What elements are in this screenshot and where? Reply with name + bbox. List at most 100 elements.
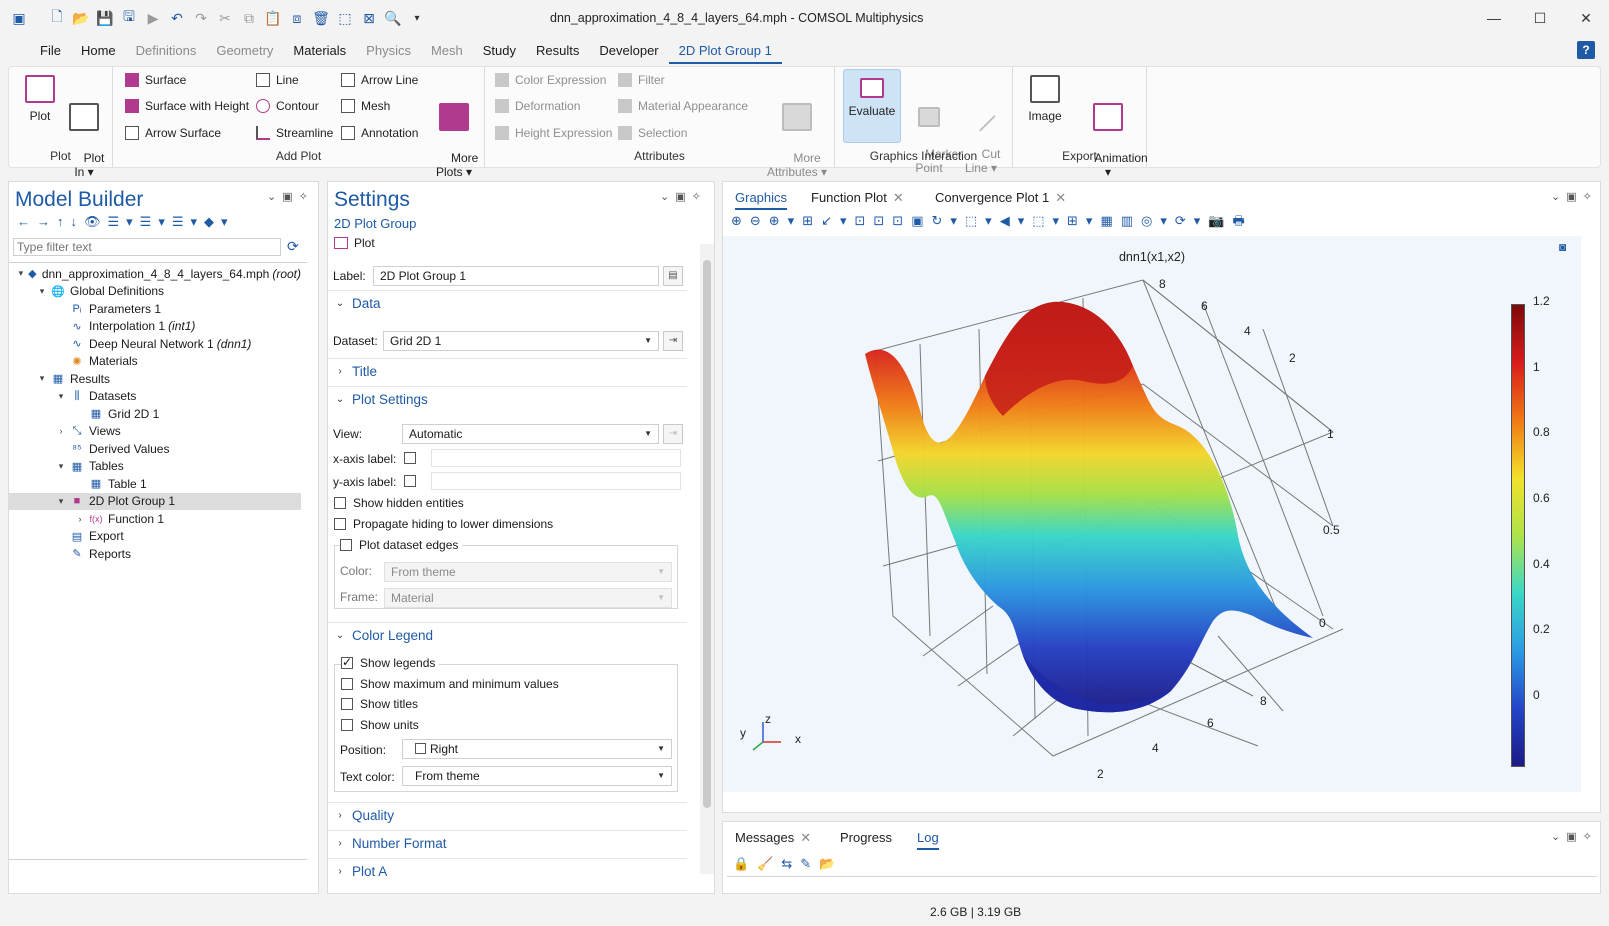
show-titles-row[interactable]: Show titles <box>341 697 418 711</box>
show-hidden-row[interactable]: Show hidden entities <box>334 496 464 510</box>
deformation-button[interactable]: Deformation <box>495 96 580 116</box>
tab-messages[interactable]: Messages ✕ <box>735 830 811 846</box>
propagate-hiding-row[interactable]: Propagate hiding to lower dimensions <box>334 517 553 531</box>
section-color-legend[interactable]: ⌄ Color Legend <box>328 622 687 648</box>
position-select[interactable]: Right <box>402 739 672 759</box>
graphics-toolbar[interactable]: ⊕⊖⊕▾⊞↙▾⊡⊡⊡▣↻▾⬚▾◀▾⬚▾⊞▾▦▥◎▾⟳▾📷🖶 <box>731 212 1371 234</box>
animation-button[interactable]: Animation ▾ <box>1075 71 1148 193</box>
clear-selection-icon[interactable]: ⊠ <box>358 7 380 29</box>
plot-in-button[interactable]: Plot In ▾ <box>61 71 107 193</box>
view-goto-button[interactable]: ⇥ <box>663 424 683 444</box>
tab-geometry[interactable]: Geometry <box>206 38 283 64</box>
minimize-icon[interactable]: — <box>1471 0 1517 36</box>
show-units-row[interactable]: Show units <box>341 718 419 732</box>
tab-definitions[interactable]: Definitions <box>126 38 207 64</box>
height-expression-button[interactable]: Height Expression <box>495 123 612 143</box>
evaluate-button[interactable]: Evaluate <box>843 69 901 143</box>
refresh-icon[interactable]: ⟳ <box>287 238 299 255</box>
new-file-icon[interactable]: 🗋 <box>46 7 68 29</box>
tab-log[interactable]: Log <box>917 830 939 850</box>
section-data[interactable]: ⌄ Data <box>328 290 687 316</box>
section-plot-settings[interactable]: ⌄ Plot Settings <box>328 386 687 412</box>
tab-results[interactable]: Results <box>526 38 589 64</box>
marker-point-button[interactable]: Marker Point <box>905 71 962 189</box>
tree-item[interactable]: ⁸⁵ Derived Values <box>9 440 301 458</box>
collapse-icon[interactable]: ▾ <box>36 286 48 297</box>
close-tab-icon[interactable]: ✕ <box>1055 190 1066 205</box>
tree-item[interactable]: ∿ Deep Neural Network 1 (dnn1) <box>9 335 301 353</box>
tree-item[interactable]: ∿ Interpolation 1 (int1) <box>9 318 301 336</box>
redo-icon[interactable]: ↷ <box>190 7 212 29</box>
save-icon[interactable]: 💾 <box>94 7 116 29</box>
y-axis-label-input[interactable] <box>431 472 681 490</box>
tab-mesh[interactable]: Mesh <box>421 38 473 64</box>
model-builder-toolbar[interactable]: ←→↑↓👁☰▾☰▾☰▾◆▾ <box>17 214 235 230</box>
messages-panel-controls[interactable]: ⌄▣✧ <box>1551 830 1598 843</box>
surface-button[interactable]: Surface <box>125 70 186 90</box>
save-as-icon[interactable]: 🖫 <box>118 7 140 29</box>
settings-plot-button[interactable]: Plot <box>334 236 375 250</box>
duplicate-icon[interactable]: ⧈ <box>286 7 308 29</box>
tab-study[interactable]: Study <box>473 38 526 64</box>
image-button[interactable]: Image <box>1021 71 1069 123</box>
filter-button[interactable]: Filter <box>618 70 665 90</box>
selection-button[interactable]: Selection <box>618 123 687 143</box>
undo-icon[interactable]: ↶ <box>166 7 188 29</box>
line-button[interactable]: Line <box>256 70 299 90</box>
close-tab-icon[interactable]: ✕ <box>800 830 811 845</box>
tree-item[interactable]: ▾ ◆ dnn_approximation_4_8_4_layers_64.mph(… <box>9 265 301 283</box>
arrow-line-button[interactable]: Arrow Line <box>341 70 418 90</box>
propagate-hiding-checkbox[interactable] <box>334 518 346 530</box>
tree-filter-input[interactable] <box>13 238 281 256</box>
panel-controls[interactable]: ⌄▣✧ <box>267 190 314 203</box>
cut-line-button[interactable]: Cut Line ▾ <box>957 71 1005 189</box>
plot-dataset-edges-row[interactable]: Plot dataset edges <box>340 538 463 552</box>
show-hidden-checkbox[interactable] <box>334 497 346 509</box>
section-number-format[interactable]: › Number Format <box>328 830 687 856</box>
x-axis-label-input[interactable] <box>431 449 681 467</box>
tab-2d-plot-group[interactable]: 2D Plot Group 1 <box>668 38 782 64</box>
tab-graphics[interactable]: Graphics <box>735 190 788 210</box>
run-icon[interactable]: ▶ <box>142 7 164 29</box>
tree-item[interactable]: ✺ Materials <box>9 353 301 371</box>
tree-item[interactable]: ▾ 🌐 Global Definitions <box>9 283 301 301</box>
find-icon[interactable]: 🔍 <box>382 7 404 29</box>
collapse-icon[interactable]: ▾ <box>36 373 48 384</box>
show-legends-row[interactable]: Show legends <box>341 655 440 670</box>
customize-toolbar-icon[interactable]: ▾ <box>406 7 428 29</box>
dataset-goto-button[interactable]: ⇥ <box>663 331 683 351</box>
tab-developer[interactable]: Developer <box>589 38 668 64</box>
graphics-panel-controls[interactable]: ⌄▣✧ <box>1551 190 1598 203</box>
section-quality[interactable]: › Quality <box>328 802 687 828</box>
collapse-icon[interactable]: ▾ <box>55 461 67 472</box>
streamline-button[interactable]: Streamline <box>256 123 333 143</box>
maximize-icon[interactable]: ☐ <box>1517 0 1563 36</box>
tab-file[interactable]: File <box>30 38 71 64</box>
collapse-icon[interactable]: ▾ <box>55 391 67 402</box>
view-select[interactable]: Automatic <box>402 424 659 444</box>
material-appearance-button[interactable]: Material Appearance <box>618 96 748 116</box>
expand-icon[interactable]: › <box>74 514 86 524</box>
show-legends-checkbox[interactable] <box>341 655 353 669</box>
show-titles-checkbox[interactable] <box>341 698 353 710</box>
plot-button[interactable]: Plot <box>17 71 63 123</box>
y-axis-label-checkbox[interactable] <box>404 475 416 487</box>
label-edit-button[interactable]: ▤ <box>663 266 683 286</box>
tree-item[interactable]: › ⤡ Views <box>9 423 301 441</box>
label-field[interactable]: 2D Plot Group 1 <box>373 266 659 286</box>
contour-button[interactable]: Contour <box>256 96 319 116</box>
collapse-icon[interactable]: ▾ <box>17 268 25 279</box>
tab-progress[interactable]: Progress <box>840 830 892 845</box>
tree-item[interactable]: ✎ Reports <box>9 545 301 563</box>
graphics-canvas[interactable]: dnn1(x1,x2) ◙ 1.2 1 0.8 0.6 0.4 0.2 0 8 … <box>723 236 1581 792</box>
open-file-icon[interactable]: 📂 <box>70 7 92 29</box>
tree-item[interactable]: ▾ ■ 2D Plot Group 1 <box>9 492 301 510</box>
tab-home[interactable]: Home <box>71 38 126 64</box>
annotation-button[interactable]: Annotation <box>341 123 418 143</box>
mesh-button[interactable]: Mesh <box>341 96 390 116</box>
paste-icon[interactable]: 📋 <box>262 7 284 29</box>
color-expression-button[interactable]: Color Expression <box>495 70 606 90</box>
section-title[interactable]: › Title <box>328 358 687 384</box>
surface-with-height-button[interactable]: Surface with Height <box>125 96 249 116</box>
tab-function-plot[interactable]: Function Plot ✕ <box>811 190 904 206</box>
